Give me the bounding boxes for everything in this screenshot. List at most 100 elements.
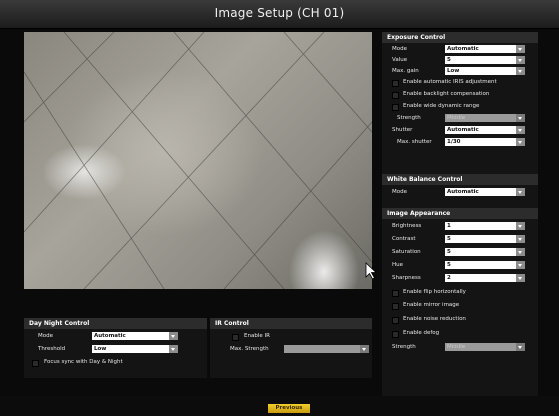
chevron-down-icon xyxy=(516,274,525,282)
iris-row: Enable automatic IRIS adjustment xyxy=(382,77,538,88)
focus-sync-row: Focus sync with Day & Night xyxy=(24,357,207,368)
exposure-control-header: Exposure Control xyxy=(382,32,538,43)
mirror-checkbox[interactable] xyxy=(392,303,399,310)
wdr-strength-value: Middle xyxy=(447,115,466,121)
contrast-value: 5 xyxy=(447,236,451,242)
chevron-down-icon xyxy=(360,345,369,353)
shutter-select[interactable]: Automatic xyxy=(445,126,525,134)
wdr-row: Enable wide dynamic range xyxy=(382,101,538,112)
hue-label: Hue xyxy=(392,262,404,268)
focus-sync-checkbox[interactable] xyxy=(32,360,39,367)
shutter-label: Shutter xyxy=(392,127,413,133)
camera-preview xyxy=(24,32,372,289)
iris-checkbox[interactable] xyxy=(392,80,399,87)
max-gain-select[interactable]: Low xyxy=(445,67,525,75)
brightness-select[interactable]: 1 xyxy=(445,222,525,230)
ir-enable-label: Enable IR xyxy=(244,333,270,339)
defog-strength-select[interactable]: Middle xyxy=(445,343,525,351)
wdr-strength-select[interactable]: Middle xyxy=(445,114,525,122)
dn-mode-value: Automatic xyxy=(94,333,126,339)
wb-mode-select[interactable]: Automatic xyxy=(445,188,525,196)
flip-checkbox[interactable] xyxy=(392,290,399,297)
saturation-label: Saturation xyxy=(392,249,421,255)
dn-threshold-value: Low xyxy=(94,346,107,352)
noise-row: Enable noise reduction xyxy=(382,314,538,325)
chevron-down-icon xyxy=(516,248,525,256)
image-appearance-header: Image Appearance xyxy=(382,208,538,219)
white-balance-header: White Balance Control xyxy=(382,174,538,185)
max-shutter-row: Max. shutter 1/30 xyxy=(382,137,538,148)
backlight-label: Enable backlight compensation xyxy=(403,91,490,97)
ir-maxstrength-label: Max. Strength xyxy=(230,346,269,352)
saturation-value: 5 xyxy=(447,249,451,255)
backlight-checkbox[interactable] xyxy=(392,92,399,99)
chevron-down-icon xyxy=(516,67,525,75)
flip-row: Enable flip horizontally xyxy=(382,287,538,298)
ir-panel: IR Control Enable IR Max. Strength xyxy=(210,318,372,378)
shutter-value: Automatic xyxy=(447,127,479,133)
chevron-down-icon xyxy=(516,222,525,230)
max-gain-row: Max. gain Low xyxy=(382,66,538,77)
wdr-checkbox[interactable] xyxy=(392,104,399,111)
contrast-select[interactable]: 5 xyxy=(445,235,525,243)
max-gain-label: Max. gain xyxy=(392,68,419,74)
hue-value: 5 xyxy=(447,262,451,268)
hue-select[interactable]: 5 xyxy=(445,261,525,269)
flip-label: Enable flip horizontally xyxy=(403,289,466,295)
max-gain-value: Low xyxy=(447,68,460,74)
wdr-strength-label: Strength xyxy=(397,115,421,121)
page-title: Image Setup (CH 01) xyxy=(214,6,345,20)
contrast-row: Contrast 5 xyxy=(382,234,538,245)
chevron-down-icon xyxy=(516,56,525,64)
mirror-row: Enable mirror image xyxy=(382,300,538,311)
dn-threshold-label: Threshold xyxy=(38,346,66,352)
wb-mode-row: Mode Automatic xyxy=(382,187,538,198)
ir-enable-checkbox[interactable] xyxy=(232,334,239,341)
sharpness-value: 2 xyxy=(447,275,451,281)
saturation-select[interactable]: 5 xyxy=(445,248,525,256)
chevron-down-icon xyxy=(516,343,525,351)
ir-maxstrength-select[interactable] xyxy=(284,345,369,353)
brightness-row: Brightness 1 xyxy=(382,221,538,232)
mouse-pointer-icon xyxy=(365,262,378,284)
ir-header: IR Control xyxy=(210,318,372,329)
dn-mode-label: Mode xyxy=(38,333,53,339)
wdr-strength-row: Strength Middle xyxy=(382,113,538,124)
dn-threshold-select[interactable]: Low xyxy=(92,345,178,353)
exposure-mode-select[interactable]: Automatic xyxy=(445,45,525,53)
defog-strength-row: Strength Middle xyxy=(382,342,538,353)
chevron-down-icon xyxy=(516,126,525,134)
footer-bar: Previous xyxy=(0,396,559,416)
sharpness-row: Sharpness 2 xyxy=(382,273,538,284)
sharpness-select[interactable]: 2 xyxy=(445,274,525,282)
defog-checkbox[interactable] xyxy=(392,331,399,338)
preview-fence-lines xyxy=(24,32,372,289)
hue-row: Hue 5 xyxy=(382,260,538,271)
noise-checkbox[interactable] xyxy=(392,317,399,324)
max-shutter-label: Max. shutter xyxy=(397,139,432,145)
sharpness-label: Sharpness xyxy=(392,275,421,281)
day-night-panel: Day Night Control Mode Automatic Thresho… xyxy=(24,318,207,378)
max-shutter-select[interactable]: 1/30 xyxy=(445,138,525,146)
ir-enable-row: Enable IR xyxy=(210,331,372,342)
day-night-header: Day Night Control xyxy=(24,318,207,329)
dn-mode-select[interactable]: Automatic xyxy=(92,332,178,340)
contrast-label: Contrast xyxy=(392,236,416,242)
chevron-down-icon xyxy=(516,261,525,269)
defog-label: Enable defog xyxy=(403,330,440,336)
chevron-down-icon xyxy=(516,114,525,122)
exposure-value-label: Value xyxy=(392,57,408,63)
previous-button[interactable]: Previous xyxy=(268,404,310,413)
brightness-label: Brightness xyxy=(392,223,422,229)
defog-strength-label: Strength xyxy=(392,344,416,350)
defog-strength-value: Middle xyxy=(447,344,466,350)
noise-label: Enable noise reduction xyxy=(403,316,466,322)
exposure-mode-row: Mode Automatic xyxy=(382,44,538,55)
backlight-row: Enable backlight compensation xyxy=(382,89,538,100)
exposure-value-select[interactable]: 5 xyxy=(445,56,525,64)
chevron-down-icon xyxy=(169,332,178,340)
shutter-row: Shutter Automatic xyxy=(382,125,538,136)
defog-row: Enable defog xyxy=(382,328,538,339)
dn-mode-row: Mode Automatic xyxy=(24,331,207,342)
chevron-down-icon xyxy=(516,138,525,146)
